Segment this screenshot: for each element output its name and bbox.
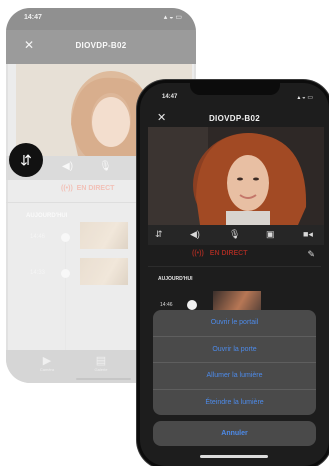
timeline-bullet bbox=[61, 233, 70, 242]
video-portrait-image bbox=[148, 127, 324, 225]
event-time: 14:46 bbox=[160, 302, 173, 308]
open-gate-button[interactable]: Ouvrir le portail bbox=[153, 310, 316, 337]
notch bbox=[190, 83, 280, 95]
microphone-icon[interactable]: 🎙 bbox=[99, 161, 112, 172]
action-sheet-group: Ouvrir le portail Ouvrir la porte Allume… bbox=[153, 310, 316, 415]
event-thumbnail[interactable] bbox=[80, 258, 128, 285]
status-time: 14:47 bbox=[24, 14, 42, 21]
switch-camera-icon[interactable]: ⇵ bbox=[155, 229, 163, 240]
status-indicators-icon: ▴ ◒ ▭ bbox=[163, 14, 182, 21]
nav-label: Galerie bbox=[94, 367, 108, 372]
cancel-button[interactable]: Annuler bbox=[153, 421, 316, 446]
status-time: 14:47 bbox=[162, 94, 178, 100]
device-title: DIOVDP-B02 bbox=[75, 41, 127, 50]
live-indicator: ((•)) EN DIRECT bbox=[61, 185, 114, 192]
divider bbox=[148, 266, 321, 267]
live-radio-icon: ((•)) bbox=[61, 185, 73, 192]
header: ✕ DIOVDP-B02 bbox=[6, 30, 196, 64]
front-phone: 14:47 ▴ ◒ ▭ ✕ DIOVDP-B02 ⇵ ◀) 🎙 ▣ ■◂ ((•… bbox=[140, 83, 329, 466]
microphone-icon[interactable]: 🎙 bbox=[229, 229, 240, 240]
snapshot-icon[interactable]: ▣ bbox=[266, 229, 275, 240]
nav-label: Caméra bbox=[39, 367, 55, 372]
live-label: EN DIRECT bbox=[76, 185, 115, 192]
home-indicator bbox=[200, 455, 268, 458]
event-thumbnail[interactable] bbox=[80, 222, 128, 249]
open-door-button[interactable]: Ouvrir la porte bbox=[153, 337, 316, 363]
video-feed bbox=[148, 127, 324, 225]
switch-camera-icon[interactable]: ⇵ bbox=[9, 143, 43, 177]
camera-toolbar: ⇵ ◀) 🎙 ▣ ■◂ bbox=[148, 225, 324, 245]
timeline-line bbox=[65, 238, 66, 358]
speaker-icon[interactable]: ◀) bbox=[190, 229, 200, 240]
status-indicators-icon: ▴ ◒ ▭ bbox=[297, 95, 313, 101]
live-indicator: ((•)) EN DIRECT bbox=[192, 250, 248, 257]
status-bar: 14:47 ▴ ◒ ▭ bbox=[6, 8, 196, 30]
device-title: DIOVDP-B02 bbox=[208, 114, 260, 123]
live-radio-icon: ((•)) bbox=[192, 250, 204, 257]
timeline-bullet bbox=[187, 300, 197, 310]
section-title: AUJOURD'HUI bbox=[26, 213, 68, 219]
pencil-icon[interactable]: ✎ bbox=[307, 249, 315, 260]
timeline-bullet bbox=[61, 269, 70, 278]
live-label: EN DIRECT bbox=[209, 250, 248, 257]
event-time: 14:33 bbox=[30, 270, 46, 276]
video-record-icon[interactable]: ■◂ bbox=[303, 229, 313, 240]
speaker-icon[interactable]: ◀) bbox=[62, 161, 73, 172]
play-icon: ▶ bbox=[42, 355, 52, 367]
section-title: AUJOURD'HUI bbox=[158, 276, 193, 282]
light-off-button[interactable]: Éteindre la lumière bbox=[153, 390, 316, 416]
home-indicator bbox=[76, 378, 131, 380]
action-sheet: Ouvrir le portail Ouvrir la porte Allume… bbox=[153, 310, 316, 446]
film-icon: ▤ bbox=[95, 355, 107, 367]
nav-camera[interactable]: ▶ Caméra bbox=[32, 354, 62, 372]
light-on-button[interactable]: Allumer la lumière bbox=[153, 363, 316, 390]
event-time: 14:46 bbox=[30, 234, 46, 240]
nav-gallery[interactable]: ▤ Galerie bbox=[86, 354, 116, 372]
